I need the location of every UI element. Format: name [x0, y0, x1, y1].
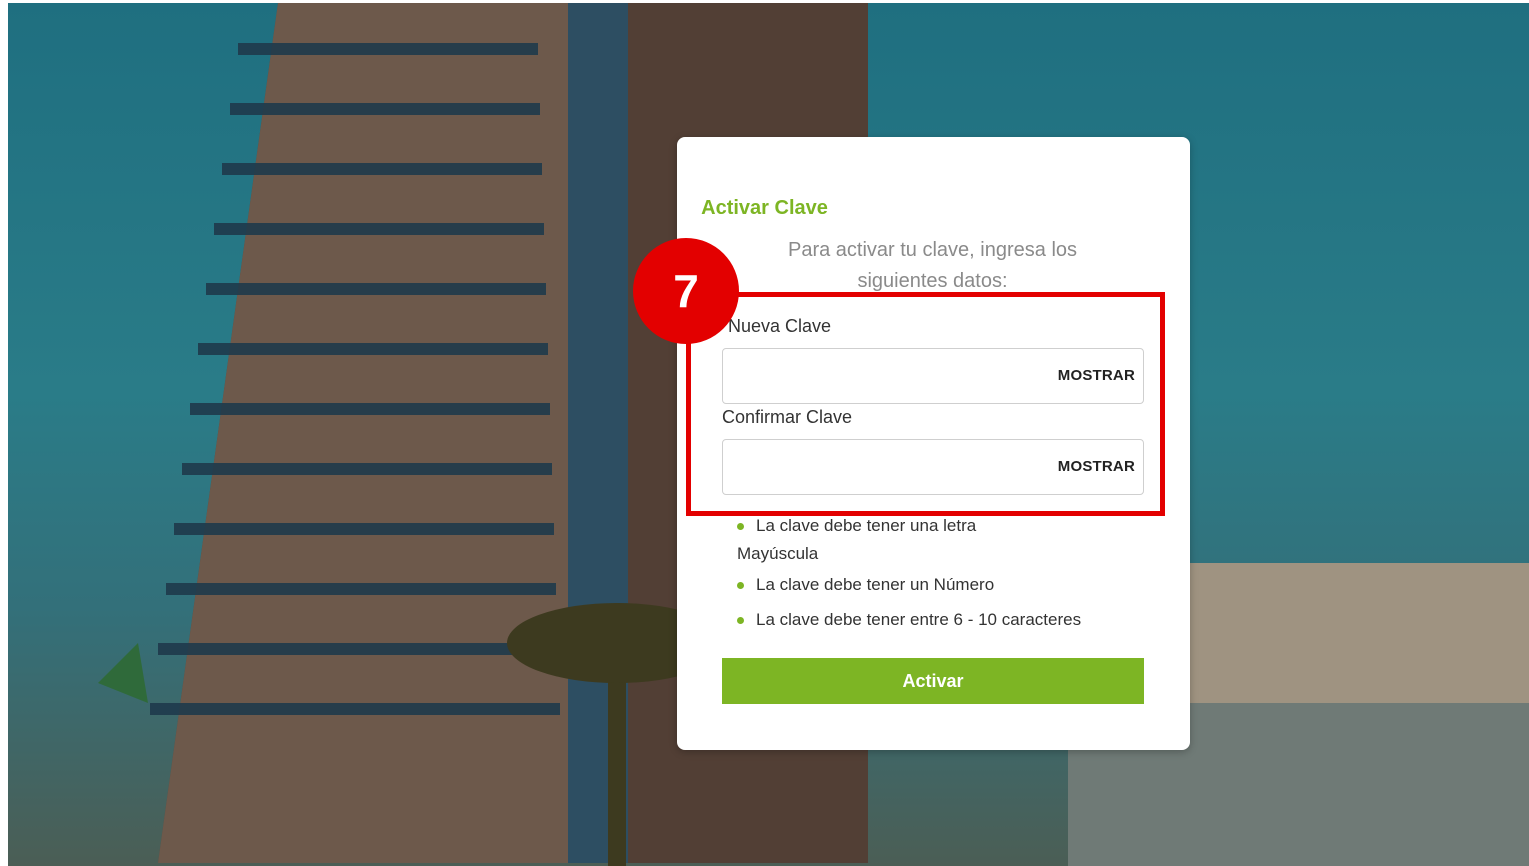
activate-button[interactable]: Activar: [722, 658, 1144, 704]
bullet-icon: [737, 582, 744, 590]
rule-length: La clave debe tener entre 6 - 10 caracte…: [737, 610, 1081, 630]
form-title: Activar Clave: [701, 197, 828, 219]
form-subtitle: Para activar tu clave, ingresa los sigui…: [787, 239, 1078, 292]
rule-uppercase: La clave debe tener una letra Mayúscula: [737, 516, 977, 563]
bullet-icon: [737, 523, 744, 531]
step-badge: 7: [633, 238, 739, 344]
rule-number: La clave debe tener un Número: [737, 575, 994, 595]
annotation-highlight-box: [686, 292, 1165, 516]
bullet-icon: [737, 617, 744, 625]
